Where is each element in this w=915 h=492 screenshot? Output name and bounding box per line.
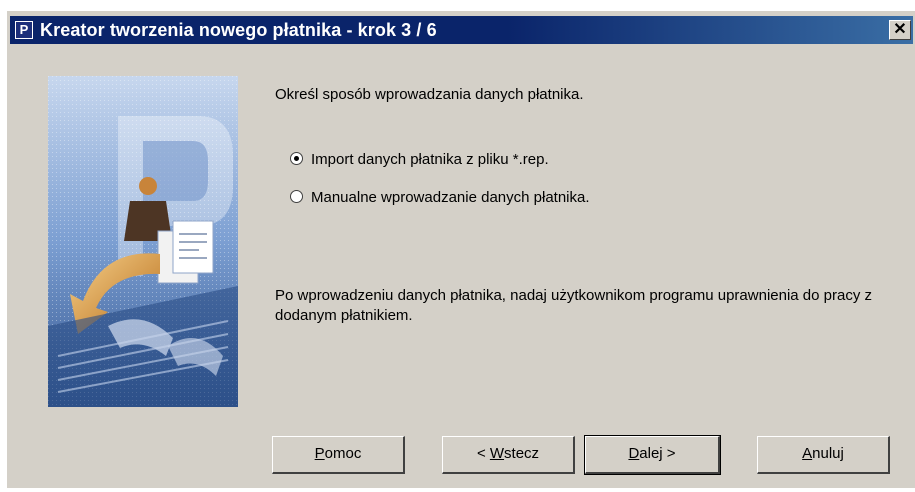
- wizard-illustration-svg: [48, 76, 238, 407]
- next-mnemonic: D: [628, 445, 640, 462]
- app-icon: P: [15, 21, 33, 39]
- title-bar[interactable]: P Kreator tworzenia nowego płatnika - kr…: [10, 16, 913, 44]
- option-import-label: Import danych płatnika z pliku *.rep.: [311, 151, 549, 168]
- option-import[interactable]: Import danych płatnika z pliku *.rep.: [290, 151, 549, 168]
- option-manual-label: Manualne wprowadzanie danych płatnika.: [311, 189, 590, 206]
- back-prefix: <: [476, 445, 490, 462]
- top-strip: [0, 0, 915, 10]
- info-text: Po wprowadzeniu danych płatnika, nadaj u…: [275, 287, 872, 324]
- cancel-label-rest: nuluj: [812, 445, 844, 462]
- close-button[interactable]: ✕: [889, 20, 911, 40]
- help-button[interactable]: Pomoc: [272, 436, 405, 474]
- cancel-button[interactable]: Anuluj: [757, 436, 890, 474]
- step-prompt: Określ sposób wprowadzania danych płatni…: [275, 86, 584, 103]
- help-label-rest: omoc: [324, 445, 362, 462]
- next-label-rest: alej >: [639, 445, 676, 462]
- back-label-rest: stecz: [504, 445, 540, 462]
- cancel-mnemonic: A: [802, 445, 813, 462]
- radio-import[interactable]: [290, 152, 303, 166]
- back-mnemonic: W: [489, 445, 505, 462]
- radio-manual[interactable]: [290, 190, 303, 204]
- next-button[interactable]: Dalej >: [584, 435, 721, 475]
- help-mnemonic: P: [314, 445, 325, 462]
- option-manual[interactable]: Manualne wprowadzanie danych płatnika.: [290, 189, 590, 206]
- wizard-illustration: [48, 76, 238, 407]
- window-title: Kreator tworzenia nowego płatnika - krok…: [40, 20, 437, 40]
- back-button[interactable]: < Wstecz: [442, 436, 575, 474]
